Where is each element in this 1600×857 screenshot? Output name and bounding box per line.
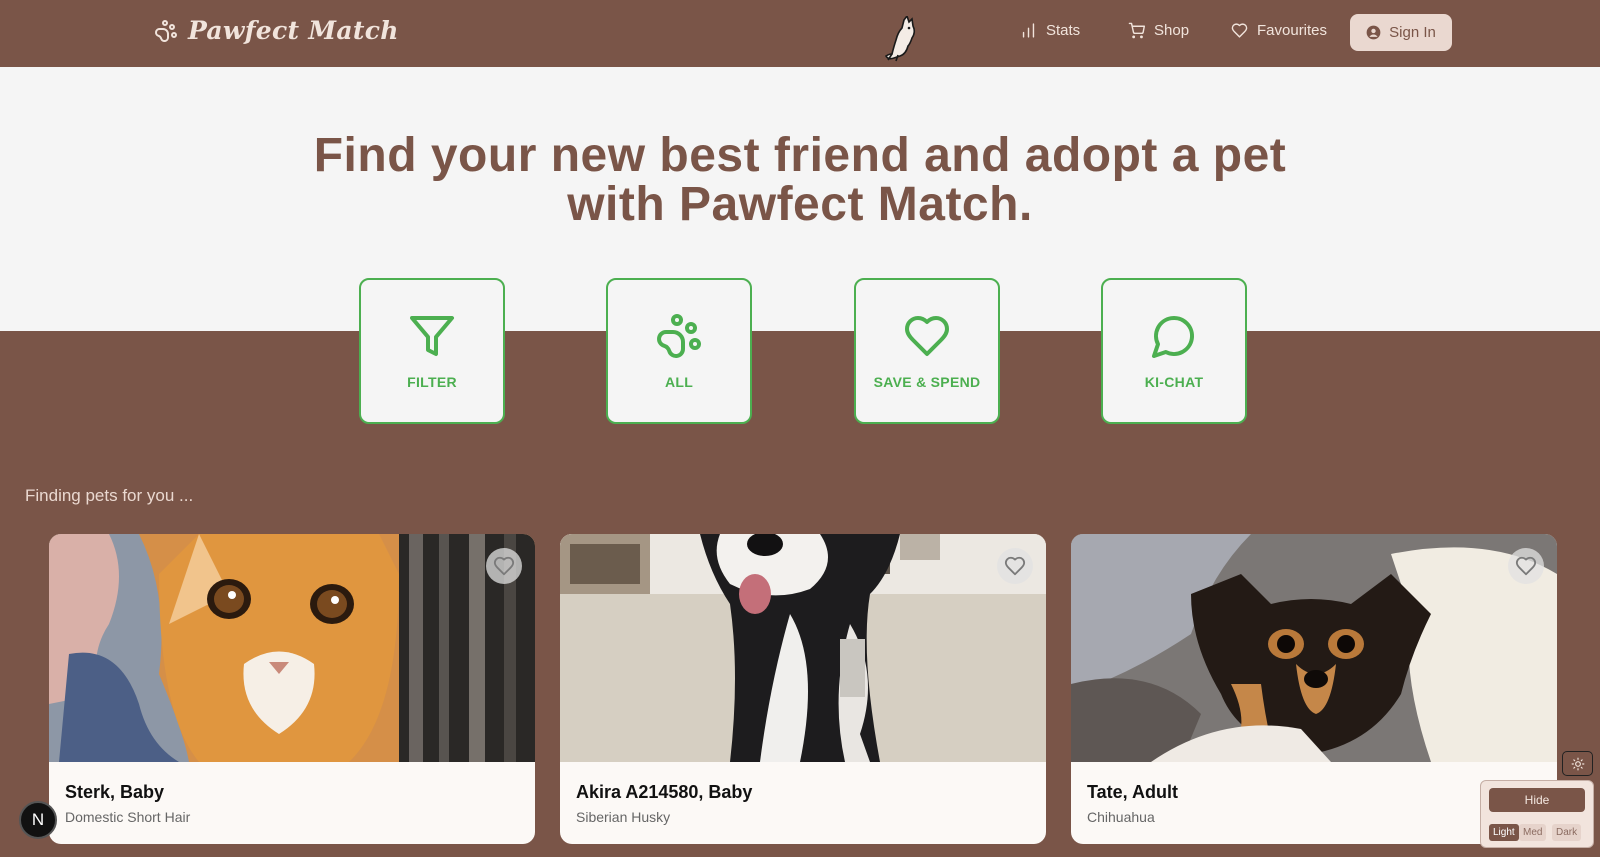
theme-toggle-button[interactable] [1562, 751, 1593, 776]
sun-icon [1571, 757, 1584, 770]
save-and-spend-label: SAVE & SPEND [873, 374, 981, 390]
pet-photo-husky [560, 534, 1046, 762]
theme-mode-med[interactable]: Med [1519, 824, 1547, 841]
pet-card[interactable]: Sterk, Baby Domestic Short Hair [49, 534, 535, 844]
chat-bubble-icon [1152, 316, 1194, 358]
top-navbar: Pawfect Match Stats Shop Favourites Sign… [0, 0, 1600, 67]
ki-chat-card[interactable]: KI-CHAT [1101, 278, 1247, 424]
hide-button[interactable]: Hide [1489, 788, 1585, 812]
sign-in-label: Sign In [1389, 24, 1436, 41]
favourite-button[interactable] [1508, 548, 1544, 584]
nav-link-label: Favourites [1257, 22, 1328, 39]
cat-mascot-icon [884, 16, 916, 62]
heart-icon [1515, 556, 1537, 576]
heart-icon [1231, 23, 1248, 38]
heart-icon [905, 316, 949, 356]
all-pets-card[interactable]: ALL [606, 278, 752, 424]
pet-photo-chihuahua [1071, 534, 1557, 762]
bar-chart-icon [1022, 23, 1035, 38]
paw-icon [657, 314, 701, 358]
pet-breed: Siberian Husky [576, 809, 671, 825]
heart-icon [493, 556, 515, 576]
pet-photo-kitten [49, 534, 535, 762]
all-label: ALL [664, 374, 694, 390]
pet-name: Sterk, Baby [65, 782, 165, 802]
cart-icon [1128, 22, 1145, 39]
pet-name: Tate, Adult [1087, 782, 1178, 802]
filter-label: FILTER [407, 374, 457, 390]
heart-icon [1004, 556, 1026, 576]
hero-headline: Find your new best friend and adopt a pe… [313, 129, 1287, 231]
pet-breed: Chihuahua [1087, 809, 1155, 825]
favourite-button[interactable] [997, 548, 1033, 584]
theme-mode-dark[interactable]: Dark [1552, 824, 1582, 841]
favourite-button[interactable] [486, 548, 522, 584]
paw-icon [155, 19, 177, 42]
pet-card[interactable]: Akira A214580, Baby Siberian Husky [560, 534, 1046, 844]
dev-tools-badge[interactable]: N [19, 801, 57, 839]
theme-panel: Hide Light Med Dark [1480, 780, 1594, 848]
pet-name: Akira A214580, Baby [576, 782, 753, 802]
theme-mode-light[interactable]: Light [1489, 824, 1519, 841]
ki-chat-label: KI-CHAT [1144, 374, 1204, 390]
save-and-spend-card[interactable]: SAVE & SPEND [854, 278, 1000, 424]
filter-icon [410, 316, 454, 356]
nav-link-label: Shop [1154, 22, 1190, 39]
filter-card[interactable]: FILTER [359, 278, 505, 424]
nav-link-shop[interactable]: Shop [1128, 22, 1189, 39]
user-circle-icon [1366, 25, 1381, 40]
nav-link-favourites[interactable]: Favourites [1231, 22, 1327, 39]
brand-logo[interactable]: Pawfect Match [154, 16, 399, 45]
nav-link-label: Stats [1046, 22, 1081, 39]
sign-in-button[interactable]: Sign In [1350, 14, 1452, 51]
loading-status-text: Finding pets for you ... [25, 486, 194, 505]
pet-breed: Domestic Short Hair [65, 809, 191, 825]
nav-link-stats[interactable]: Stats [1020, 22, 1080, 39]
brand-name: Pawfect Match [188, 16, 399, 45]
